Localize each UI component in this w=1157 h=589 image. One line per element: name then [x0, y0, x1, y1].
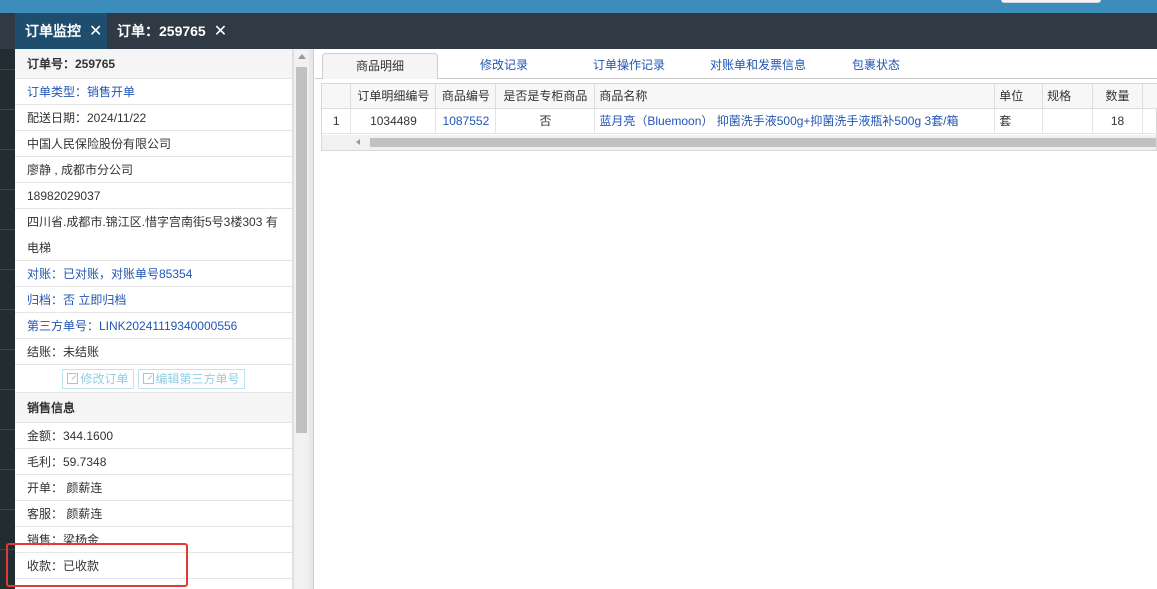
product-table: 订单明细编号 商品编号 是否是专柜商品 商品名称 单位 规格 数量 1 1034… — [321, 83, 1157, 151]
tab-label: 订单：259765 — [117, 23, 206, 39]
tab-order-monitor[interactable]: 订单监控 ✕ — [15, 13, 113, 49]
top-header-bar — [0, 0, 1157, 13]
tab-modification-log[interactable]: 修改记录 — [461, 53, 547, 79]
company-name: 中国人民保险股份有限公司 — [15, 131, 292, 157]
payment-status: 收款：已收款 — [15, 553, 292, 579]
product-name-link[interactable]: 蓝月亮（Bluemoon） 抑菌洗手液500g+抑菌洗手液瓶补500g 3套/箱 — [594, 108, 996, 134]
table-header-row: 订单明细编号 商品编号 是否是专柜商品 商品名称 单位 规格 数量 — [322, 84, 1157, 109]
salesperson: 销售：梁杨金 — [15, 527, 292, 553]
customer-service: 客服： 颜薪连 — [15, 501, 292, 527]
close-icon[interactable]: ✕ — [214, 21, 227, 41]
edit-icon — [67, 373, 79, 384]
col-counter-flag[interactable]: 是否是专柜商品 — [495, 84, 596, 109]
product-id-link[interactable]: 1087552 — [435, 108, 497, 134]
scroll-thumb[interactable] — [296, 67, 307, 433]
order-number-heading: 订单号：259765 — [15, 49, 292, 79]
order-info-panel: 订单号：259765 订单类型：销售开单 配送日期：2024/11/22 中国人… — [15, 49, 293, 589]
third-party-order-no[interactable]: 第三方单号：LINK20241119340000556 — [15, 313, 292, 339]
close-icon[interactable]: ✕ — [89, 21, 102, 41]
scroll-left-arrow-icon[interactable] — [356, 139, 360, 145]
contact-name: 廖静 , 成都市分公司 — [15, 157, 292, 183]
col-detail-id[interactable]: 订单明细编号 — [350, 84, 437, 109]
table-horizontal-scrollbar[interactable] — [322, 135, 1156, 150]
col-product-name[interactable]: 商品名称 — [594, 84, 996, 109]
edit-third-party-button[interactable]: 编辑第三方单号 — [137, 368, 245, 389]
row-index: 1 — [322, 108, 352, 134]
col-unit[interactable]: 单位 — [994, 84, 1044, 109]
quantity: 18 — [1092, 108, 1143, 134]
order-type[interactable]: 订单类型：销售开单 — [15, 79, 292, 105]
detail-id: 1034489 — [350, 108, 437, 134]
col-index — [322, 84, 352, 109]
unit: 套 — [994, 108, 1044, 134]
col-spec[interactable]: 规格 — [1042, 84, 1094, 109]
counter-flag: 否 — [495, 108, 596, 134]
header-button[interactable] — [1001, 0, 1101, 3]
tab-label: 订单监控 — [25, 23, 81, 39]
contact-phone: 18982029037 — [15, 183, 292, 209]
sales-info-heading: 销售信息 — [15, 393, 292, 423]
settlement-status: 结账：未结账 — [15, 339, 292, 365]
button-label: 编辑第三方单号 — [155, 371, 240, 386]
scroll-thumb[interactable] — [370, 138, 1156, 147]
panel-splitter[interactable] — [309, 49, 314, 589]
order-actions: 修改订单 编辑第三方单号 — [15, 365, 292, 393]
col-product-id[interactable]: 商品编号 — [435, 84, 497, 109]
issuer: 开单： 颜薪连 — [15, 475, 292, 501]
gross-profit: 毛利：59.7348 — [15, 449, 292, 475]
delivery-date: 配送日期：2024/11/22 — [15, 105, 292, 131]
amount: 金额：344.1600 — [15, 423, 292, 449]
tab-package-status[interactable]: 包裹状态 — [839, 53, 913, 79]
tab-operation-log[interactable]: 订单操作记录 — [581, 53, 677, 79]
delivery-address: 四川省.成都市.锦江区.惜字宫南街5号3楼303 有电梯 — [15, 209, 292, 261]
reconciliation-status[interactable]: 对账：已对账，对账单号85354 — [15, 261, 292, 287]
tab-invoice-info[interactable]: 对账单和发票信息 — [695, 53, 821, 79]
archive-status[interactable]: 归档：否 立即归档 — [15, 287, 292, 313]
edit-order-button[interactable]: 修改订单 — [62, 368, 134, 389]
table-row[interactable]: 1 1034489 1087552 否 蓝月亮（Bluemoon） 抑菌洗手液5… — [322, 108, 1157, 134]
detail-tabs: 商品明细 修改记录 订单操作记录 对账单和发票信息 包裹状态 — [315, 49, 1157, 79]
order-detail-panel: 商品明细 修改记录 订单操作记录 对账单和发票信息 包裹状态 订单明细编号 商品… — [315, 49, 1157, 589]
left-panel-scrollbar[interactable] — [293, 49, 309, 589]
edit-icon — [142, 373, 154, 384]
spec — [1042, 108, 1094, 134]
scroll-up-arrow-icon[interactable] — [298, 54, 306, 59]
tab-order-detail[interactable]: 订单：259765 ✕ — [107, 13, 238, 49]
sidebar-collapsed — [0, 49, 15, 589]
col-quantity[interactable]: 数量 — [1092, 84, 1143, 109]
tab-product-details[interactable]: 商品明细 — [322, 53, 438, 79]
button-label: 修改订单 — [80, 371, 129, 386]
